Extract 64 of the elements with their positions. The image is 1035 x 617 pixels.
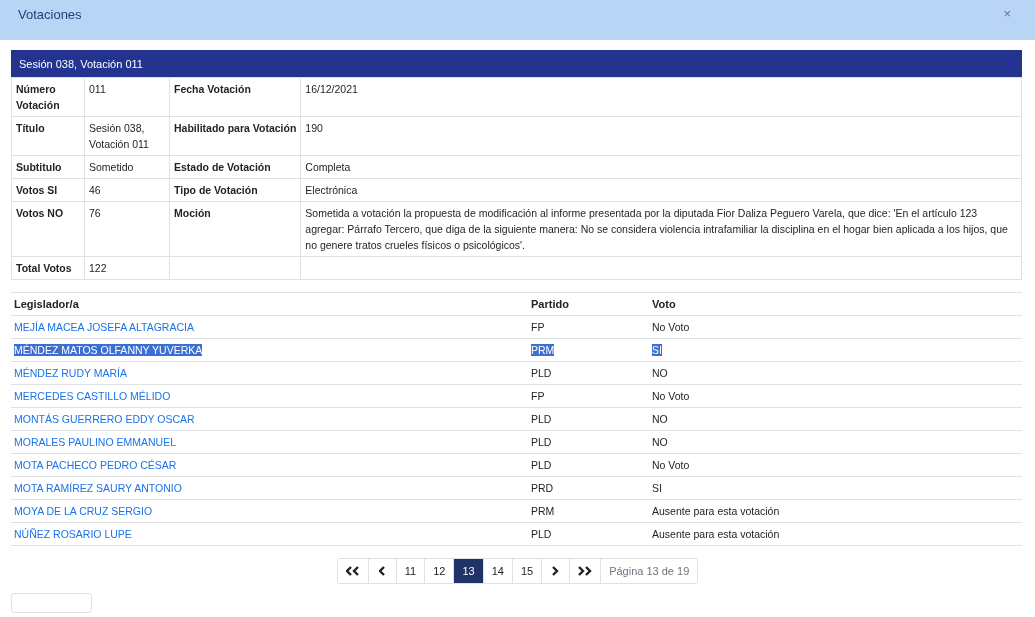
vote-text: SI (652, 344, 662, 356)
legislator-link[interactable]: MOTA PACHECO PEDRO CÉSAR (14, 459, 177, 471)
field-value: 011 (84, 77, 170, 117)
vote-text: NO (652, 367, 668, 379)
card-header: Sesión 038, Votación 011 (11, 50, 1022, 77)
field-label: Fecha Votación (169, 77, 301, 117)
vote-text: No Voto (652, 459, 690, 471)
double-chevron-right-icon (578, 566, 593, 576)
field-value: Sesión 038, Votación 011 (84, 116, 170, 156)
legislator-link[interactable]: MOTA RAMÍREZ SAURY ANTONIO (14, 482, 182, 494)
chevron-right-icon (552, 566, 560, 576)
party-text: PLD (531, 528, 552, 540)
legislator-link[interactable]: MOYA DE LA CRUZ SERGIO (14, 505, 153, 517)
vote-text: Ausente para esta votación (652, 505, 780, 517)
field-value: 76 (84, 201, 170, 257)
field-value: Sometido (84, 155, 170, 179)
column-header: Legislador/a (11, 292, 528, 316)
field-value: 16/12/2021 (300, 77, 1022, 117)
close-button[interactable]: × (1003, 6, 1011, 21)
legislator-link[interactable]: MORALES PAULINO EMMANUEL (14, 436, 176, 448)
field-label: Votos NO (11, 201, 85, 257)
party-text: FP (531, 390, 545, 402)
field-label: Moción (169, 201, 301, 257)
legislator-link[interactable]: MEJÍA MACEA JOSEFA ALTAGRACIA (14, 321, 194, 333)
vote-text: NO (652, 436, 668, 448)
column-header: Voto (649, 292, 1022, 316)
page-info: Página 13 de 19 (600, 559, 698, 583)
field-value: 190 (300, 116, 1022, 156)
legislator-link[interactable]: NÚÑEZ ROSARIO LUPE (14, 528, 132, 540)
field-label: Número Votación (11, 77, 85, 117)
field-label: Total Votos (11, 256, 85, 280)
field-label: Votos SI (11, 178, 85, 202)
vote-text: Ausente para esta votación (652, 528, 780, 540)
column-header: Partido (528, 292, 649, 316)
field-label: Estado de Votación (169, 155, 301, 179)
field-label: Título (11, 116, 85, 156)
party-text: PRM (531, 344, 555, 356)
party-text: PLD (531, 459, 552, 471)
dialog-title: Votaciones (18, 7, 82, 22)
field-label: Tipo de Votación (169, 178, 301, 202)
party-text: FP (531, 321, 545, 333)
party-text: PRD (531, 482, 554, 494)
vote-text: NO (652, 413, 668, 425)
field-value: 122 (84, 256, 170, 280)
field-value: Sometida a votación la propuesta de modificación al informe presentada por la diputada Fior Daliza Peguero Varela, que dice: 'En el artículo 123 agregar: Párrafo Tercero, que diga de la siguiente manera: No se considera violencia intrafamiliar la disciplina en el hogar bien aplicada a los hijos, que no genere tratos crueles físicos o psicológicos'. (300, 201, 1022, 257)
legislator-link[interactable]: MÉNDEZ RUDY MARÍA (14, 367, 127, 379)
party-text: PLD (531, 413, 552, 425)
field-label: Habilitado para Votación (169, 116, 301, 156)
legislator-link[interactable]: MÉNDEZ MATOS OLFANNY YUVERKA (14, 344, 203, 356)
party-text: PLD (531, 436, 552, 448)
field-label: Subtitulo (11, 155, 85, 179)
legislator-link[interactable]: MERCEDES CASTILLO MÉLIDO (14, 390, 171, 402)
vote-text: SI (652, 482, 662, 494)
party-text: PLD (531, 367, 552, 379)
legislator-link[interactable]: MONTÁS GUERRERO EDDY OSCAR (14, 413, 195, 425)
double-chevron-left-icon (345, 566, 360, 576)
field-value: 46 (84, 178, 170, 202)
chevron-left-icon (378, 566, 386, 576)
field-value: Completa (300, 155, 1022, 179)
page-button[interactable]: 13 (453, 559, 483, 583)
field-value: Electrónica (300, 178, 1022, 202)
party-text: PRM (531, 505, 555, 517)
vote-text: No Voto (652, 390, 690, 402)
vote-text: No Voto (652, 321, 690, 333)
